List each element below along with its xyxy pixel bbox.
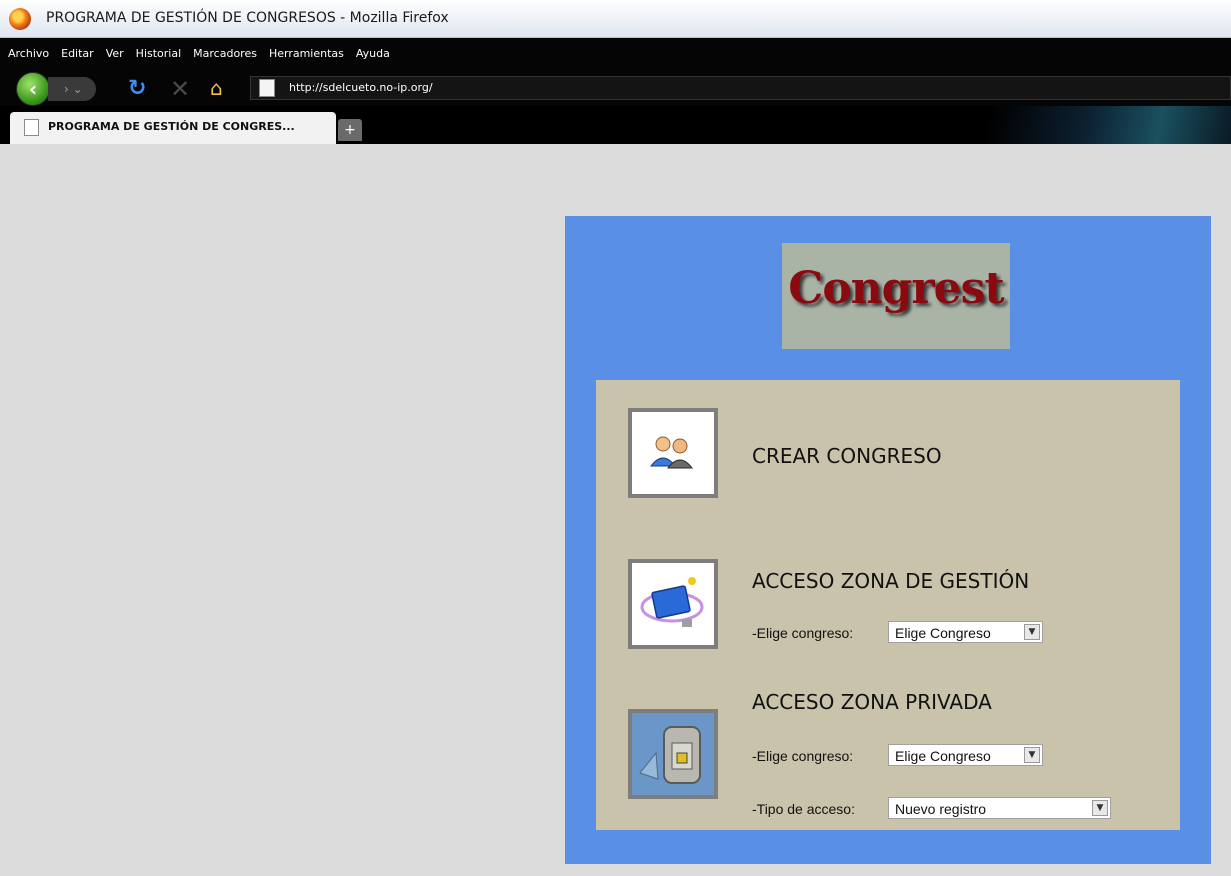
zona-gestion-button[interactable]	[628, 559, 718, 649]
window-title: PROGRAMA DE GESTIÓN DE CONGRESOS - Mozil…	[46, 10, 449, 26]
tipo-acceso-select[interactable]: Nuevo registro ▼	[888, 797, 1111, 819]
firefox-icon	[9, 8, 31, 30]
tipo-acceso-label: -Tipo de acceso:	[752, 801, 855, 817]
lock-icon	[632, 713, 714, 795]
stop-icon[interactable]: ✕	[170, 75, 190, 103]
page-icon	[259, 79, 275, 97]
chevron-down-icon: ▼	[1024, 624, 1040, 640]
tab-page-icon	[24, 119, 39, 136]
zona-privada-button[interactable]	[628, 709, 718, 799]
zona-gestion-title[interactable]: ACCESO ZONA DE GESTIÓN	[752, 569, 1029, 593]
privada-congreso-label: -Elige congreso:	[752, 748, 854, 764]
url-bar[interactable]: http://sdelcueto.no-ip.org/	[250, 76, 1231, 100]
back-arrow-icon: ‹	[28, 77, 38, 101]
menu-herramientas[interactable]: Herramientas	[269, 47, 344, 60]
tab-title: PROGRAMA DE GESTIÓN DE CONGRES...	[48, 120, 295, 133]
tipo-acceso-value: Nuevo registro	[895, 801, 987, 817]
chevron-down-icon: ▼	[1092, 800, 1108, 816]
gestion-congreso-label: -Elige congreso:	[752, 625, 854, 641]
menu-ver[interactable]: Ver	[106, 47, 124, 60]
navigation-bar: ‹ › ⌄ ↻ ✕ ⌂ http://sdelcueto.no-ip.org/	[0, 70, 1231, 106]
new-tab-button[interactable]: +	[338, 119, 362, 141]
reload-icon[interactable]: ↻	[128, 76, 146, 101]
privada-congreso-value: Elige Congreso	[895, 748, 991, 764]
back-button[interactable]: ‹	[16, 72, 50, 106]
chevron-down-icon: ▼	[1024, 747, 1040, 763]
forward-arrow-icon: › ⌄	[64, 82, 83, 96]
menu-historial[interactable]: Historial	[136, 47, 181, 60]
menu-archivo[interactable]: Archivo	[8, 47, 49, 60]
home-icon[interactable]: ⌂	[210, 76, 223, 100]
gestion-congreso-value: Elige Congreso	[895, 625, 991, 641]
users-icon	[632, 412, 714, 494]
gestion-congreso-select[interactable]: Elige Congreso ▼	[888, 621, 1043, 643]
menu-editar[interactable]: Editar	[61, 47, 94, 60]
tab-active[interactable]: PROGRAMA DE GESTIÓN DE CONGRES...	[10, 112, 336, 144]
forward-button[interactable]: › ⌄	[48, 77, 96, 101]
zona-privada-title[interactable]: ACCESO ZONA PRIVADA	[752, 690, 992, 714]
menu-marcadores[interactable]: Marcadores	[193, 47, 257, 60]
logo: Congrest	[782, 243, 1010, 349]
privada-congreso-select[interactable]: Elige Congreso ▼	[888, 744, 1043, 766]
url-text[interactable]: http://sdelcueto.no-ip.org/	[289, 81, 433, 94]
crear-congreso-title[interactable]: CREAR CONGRESO	[752, 444, 942, 468]
window-titlebar: PROGRAMA DE GESTIÓN DE CONGRESOS - Mozil…	[0, 0, 1231, 38]
crear-congreso-button[interactable]	[628, 408, 718, 498]
tab-bar: PROGRAMA DE GESTIÓN DE CONGRES... +	[0, 106, 1231, 144]
menu-ayuda[interactable]: Ayuda	[356, 47, 390, 60]
logo-text: Congrest	[788, 263, 1004, 314]
computer-icon	[632, 563, 714, 645]
menu-bar: Archivo Editar Ver Historial Marcadores …	[0, 38, 1231, 70]
